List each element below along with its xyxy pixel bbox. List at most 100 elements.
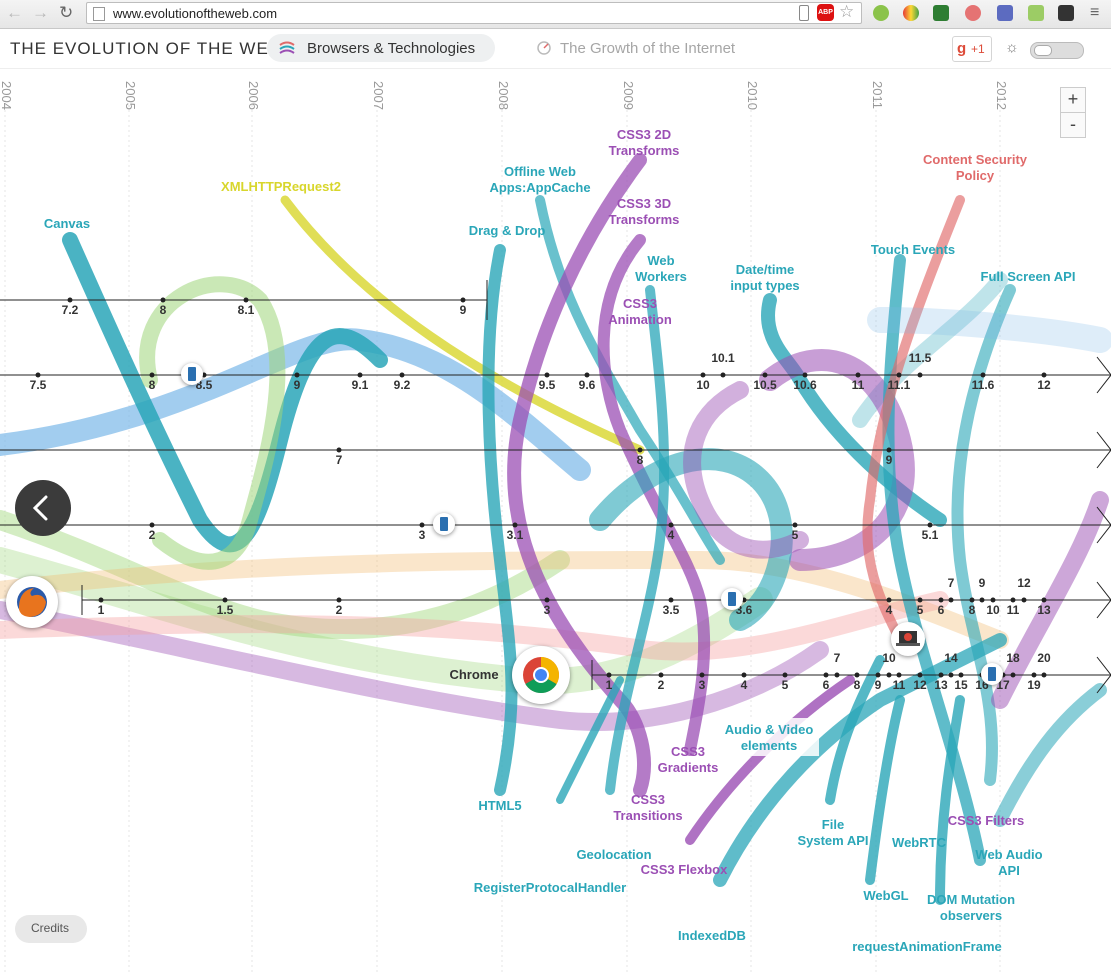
chrome-logo-icon[interactable]: [512, 646, 570, 704]
technology-label: System API: [797, 833, 868, 848]
year-label: 2008: [496, 81, 511, 110]
version-dot: [243, 297, 249, 303]
mobile-device-icon[interactable]: [981, 663, 1003, 685]
technology-label: WebRTC: [892, 835, 947, 850]
version-label: 10: [696, 378, 710, 392]
version-label: 8: [149, 378, 156, 392]
technology-label: API: [998, 863, 1020, 878]
gplus-g: g: [957, 40, 967, 57]
technology-label: Gradients: [658, 760, 719, 775]
extension-doc-icon[interactable]: [933, 5, 949, 21]
year-label: 2006: [246, 81, 261, 110]
version-label: 11: [893, 678, 906, 692]
menu-icon[interactable]: ≡: [1090, 4, 1099, 22]
technology-label: Workers: [635, 269, 687, 284]
technology-ribbon: [865, 695, 905, 885]
mobile-device-icon[interactable]: [433, 513, 455, 535]
address-bar[interactable]: www.evolutionoftheweb.com ABP ☆: [86, 2, 862, 24]
zoom-in-button[interactable]: +: [1060, 87, 1086, 113]
version-dot: [668, 597, 674, 603]
adblock-icon[interactable]: ABP: [817, 4, 834, 21]
firefox-logo-icon[interactable]: [6, 576, 58, 628]
version-dot: [917, 597, 923, 603]
extension-color-icon[interactable]: [903, 5, 919, 21]
version-label: 11.1: [888, 378, 911, 392]
version-dot: [720, 372, 726, 378]
version-label: 3.1: [507, 528, 524, 542]
tab-growth-internet[interactable]: The Growth of the Internet: [524, 34, 764, 62]
google-plus-button[interactable]: g +1: [952, 36, 992, 62]
version-label: 1: [606, 678, 613, 692]
version-label: 3: [699, 678, 706, 692]
browser-toolbar: ← → ↻ www.evolutionoftheweb.com ABP ☆ ≡: [0, 0, 1111, 29]
version-label: 15: [954, 678, 968, 692]
forward-arrow-icon[interactable]: →: [32, 3, 49, 23]
version-dot: [544, 597, 550, 603]
version-label: 11: [852, 378, 865, 392]
technology-label: WebGL: [863, 888, 908, 903]
back-nav-button[interactable]: [15, 480, 71, 536]
technology-label: Canvas: [44, 216, 90, 231]
technology-label: HTML5: [478, 798, 521, 813]
version-dot: [1010, 597, 1016, 603]
version-dot: [1021, 597, 1027, 603]
version-label: 11.5: [909, 351, 932, 365]
version-label: 1: [98, 603, 105, 617]
url-text: www.evolutionoftheweb.com: [113, 6, 278, 21]
version-dot: [896, 672, 902, 678]
technology-label: RegisterProtocalHandler: [474, 880, 626, 895]
star-icon[interactable]: ☆: [839, 2, 854, 22]
evolution-visualization[interactable]: 7.2 8 8.1 9 7.5 8 8.5 9 9.1 9.2 9.5 9.6 10 10.1 10.5 10…: [0, 69, 1111, 975]
version-label: 5: [792, 528, 799, 542]
viz-canvas: 7.2 8 8.1 97.5 8 8.5 9 9.1 9.2 9.5 9.6 1010.110.5 10…: [0, 100, 1111, 975]
version-label: 7: [834, 651, 841, 665]
browsers-tab-icon: [279, 41, 295, 54]
version-label: 11.6: [972, 378, 995, 392]
version-dot: [357, 372, 363, 378]
technology-label: CSS3: [671, 744, 705, 759]
credits-button[interactable]: Credits: [15, 915, 87, 943]
version-dot: [149, 372, 155, 378]
version-label: 3: [544, 603, 551, 617]
chevron-left-icon: [32, 495, 48, 521]
extension-window-icon[interactable]: [997, 5, 1013, 21]
version-label: 2: [149, 528, 156, 542]
version-label: 13: [1037, 603, 1051, 617]
theme-toggle[interactable]: [1030, 42, 1084, 59]
tab-label: Browsers & Technologies: [307, 40, 476, 57]
extension-green-icon[interactable]: [873, 5, 889, 21]
technology-label: requestAnimationFrame: [852, 939, 1002, 954]
version-dot: [460, 297, 466, 303]
version-dot: [399, 372, 405, 378]
technology-ribbon: [993, 683, 1107, 827]
version-dot: [160, 297, 166, 303]
version-dot: [294, 372, 300, 378]
mobile-device-icon[interactable]: [721, 588, 743, 610]
mobile-device-icon[interactable]: [181, 363, 203, 385]
version-label: 2: [658, 678, 665, 692]
version-dot: [699, 672, 705, 678]
version-label: 6: [938, 603, 945, 617]
extension-eye-icon[interactable]: [965, 5, 981, 21]
version-dot: [980, 372, 986, 378]
version-dot: [927, 522, 933, 528]
tab-browsers-technologies[interactable]: Browsers & Technologies: [267, 34, 495, 62]
version-label: 13: [934, 678, 948, 692]
growth-tab-icon: [537, 41, 551, 55]
version-label: 9.2: [394, 378, 411, 392]
version-dot: [823, 672, 829, 678]
android-icon[interactable]: [1028, 5, 1044, 21]
version-dot: [1041, 372, 1047, 378]
technology-label: Transforms: [609, 212, 680, 227]
version-dot: [1010, 672, 1016, 678]
version-label: 5: [782, 678, 789, 692]
zoom-out-button[interactable]: -: [1060, 112, 1086, 138]
year-label: 2012: [994, 81, 1009, 110]
back-arrow-icon[interactable]: ←: [6, 3, 23, 23]
chromebook-icon[interactable]: [891, 622, 925, 656]
reload-icon[interactable]: ↻: [59, 3, 73, 23]
buffer-icon[interactable]: [1058, 5, 1074, 21]
technology-label: Date/time: [736, 262, 795, 277]
version-dot: [938, 672, 944, 678]
mobile-icon[interactable]: [799, 5, 809, 21]
